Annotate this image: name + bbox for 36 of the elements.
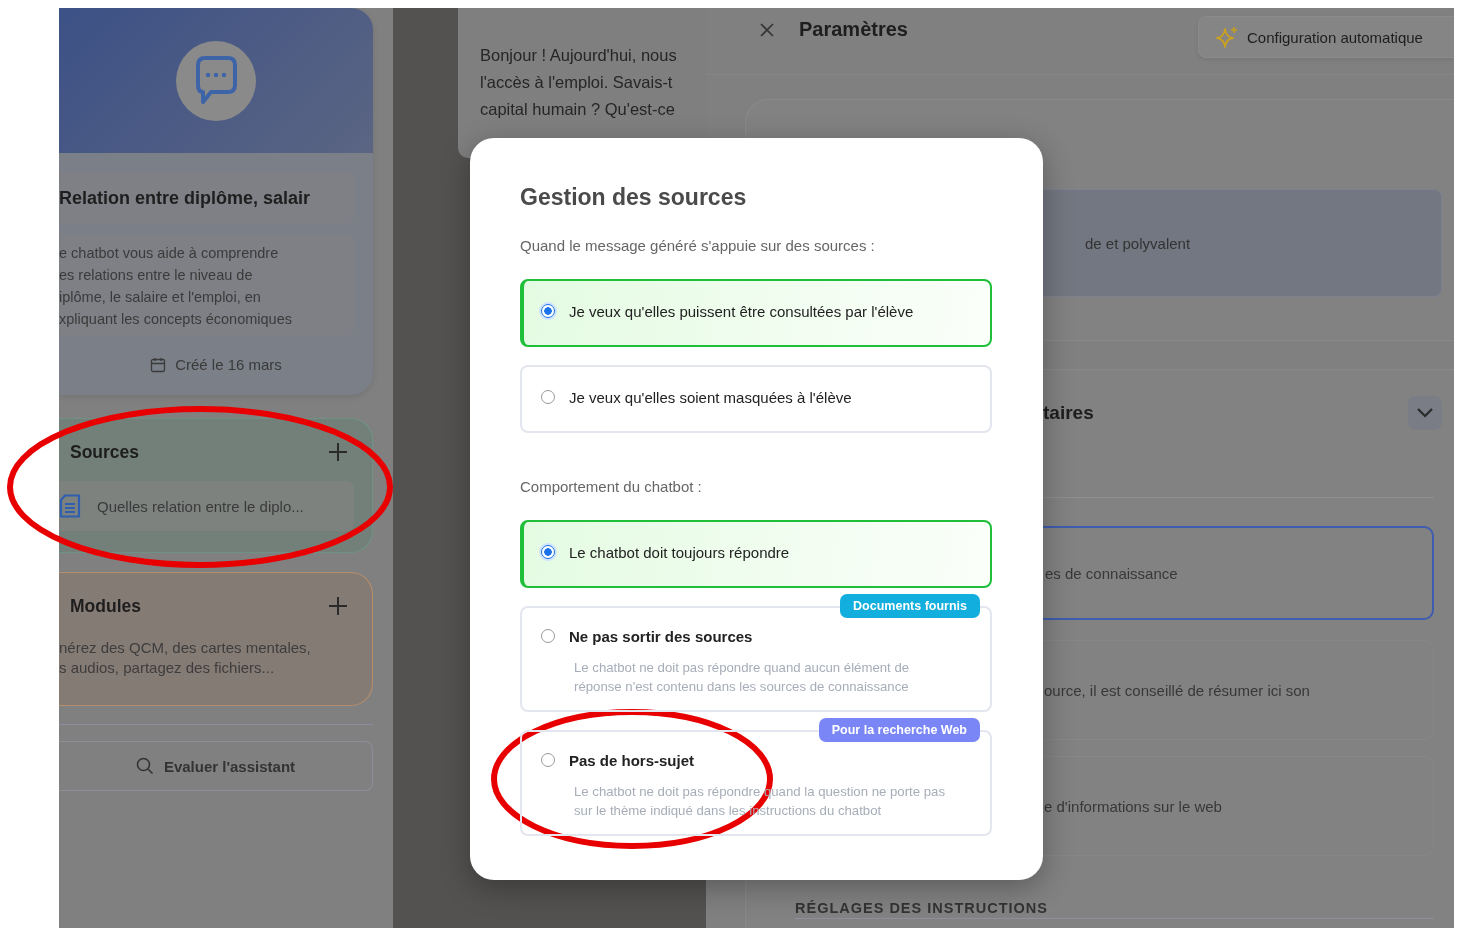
radio-button[interactable] [541,390,555,404]
collapse-button[interactable] [1408,396,1442,430]
close-icon[interactable] [759,22,775,38]
created-date: Créé le 16 mars [175,356,282,373]
sources-title: Sources [70,441,140,463]
plus-icon[interactable] [328,442,348,462]
radio-option[interactable]: Je veux qu'elles puissent être consultées par l'élève [520,279,992,347]
sparkle-icon [1215,26,1239,48]
radio-option[interactable]: Le chatbot doit toujours répondre [520,520,992,588]
modules-description: nérez des QCM, des cartes mentales, s audios, partagez des fichiers... [59,638,312,678]
radio-option[interactable]: Je veux qu'elles soient masquées à l'élève [520,365,992,433]
chevron-down-icon [1416,407,1434,419]
calendar-icon [150,356,167,373]
settings-title: Paramètres [799,18,908,41]
document-icon [59,494,81,518]
search-icon [135,757,154,775]
option-badge: Documents fournis [840,594,980,618]
radio-button[interactable] [541,304,555,318]
modules-title: Modules [70,595,141,617]
group-label: Comportement du chatbot : [520,478,703,495]
option-label: Je veux qu'elles soient masquées à l'élève [569,388,852,406]
source-item[interactable]: Quelles relation entre le diplo... [59,481,354,531]
evaluate-button[interactable]: Evaluer l'assistant [59,741,373,791]
option-badge: Pour la recherche Web [818,718,980,742]
section-heading: RÉGLAGES DES INSTRUCTIONS [795,900,1434,919]
auto-config-button[interactable]: Configuration automatique [1198,16,1454,58]
chat-bubble-icon [173,40,259,121]
option-label: Ne pas sortir des sources [569,627,753,645]
option-label: Pas de hors-sujet [569,751,695,769]
radio-button[interactable] [541,629,555,643]
radio-button[interactable] [541,545,555,559]
radio-button[interactable] [541,753,555,767]
option-label: Je veux qu'elles puissent être consultées par l'élève [569,302,914,320]
section-title: taires [1043,402,1094,424]
dialog-title: Gestion des sources [520,184,748,211]
plus-icon[interactable] [328,596,348,616]
